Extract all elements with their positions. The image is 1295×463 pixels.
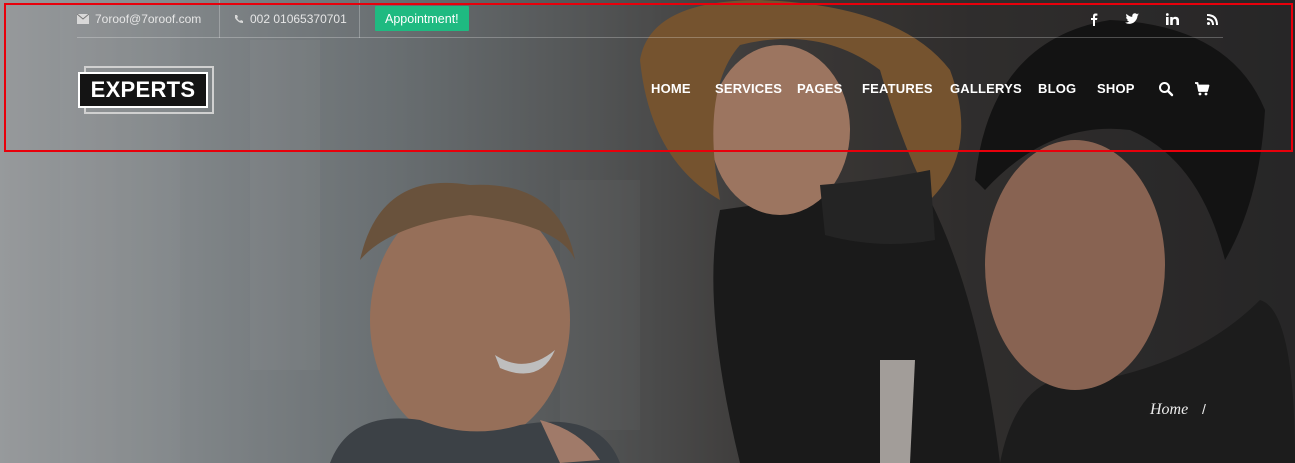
logo-text: EXPERTS — [78, 72, 208, 108]
cart-icon[interactable] — [1194, 81, 1210, 97]
nav-item-shop[interactable]: SHOP — [1097, 81, 1135, 99]
topbar-email-text: 7oroof@7oroof.com — [95, 12, 202, 26]
breadcrumb-home[interactable]: Home — [1150, 401, 1188, 419]
topbar-divider — [219, 0, 220, 38]
search-icon[interactable] — [1158, 81, 1174, 97]
topbar-phone[interactable]: 002 01065370701 — [234, 0, 347, 38]
topbar-email[interactable]: 7oroof@7oroof.com — [77, 0, 201, 38]
nav-item-gallerys[interactable]: GALLERYS — [950, 81, 1022, 99]
linkedin-icon[interactable] — [1163, 10, 1181, 28]
nav-item-features[interactable]: FEATURES — [862, 81, 933, 99]
envelope-icon — [77, 14, 89, 24]
topbar-divider — [359, 0, 360, 38]
topbar-phone-text: 002 01065370701 — [250, 12, 347, 26]
nav-item-home[interactable]: HOME — [651, 81, 691, 99]
topbar: 7oroof@7oroof.com 002 01065370701 Appoin… — [77, 0, 1223, 38]
site-logo[interactable]: EXPERTS — [78, 66, 214, 114]
rss-icon[interactable] — [1203, 10, 1221, 28]
nav-item-services[interactable]: SERVICES — [715, 81, 782, 99]
appointment-button[interactable]: Appointment! — [375, 6, 469, 31]
nav-item-blog[interactable]: BLOG — [1038, 81, 1076, 99]
twitter-icon[interactable] — [1123, 10, 1141, 28]
breadcrumb-separator: / — [1202, 401, 1206, 417]
phone-icon — [235, 15, 243, 23]
nav-item-pages[interactable]: PAGES — [797, 81, 843, 99]
facebook-icon[interactable] — [1085, 10, 1103, 28]
